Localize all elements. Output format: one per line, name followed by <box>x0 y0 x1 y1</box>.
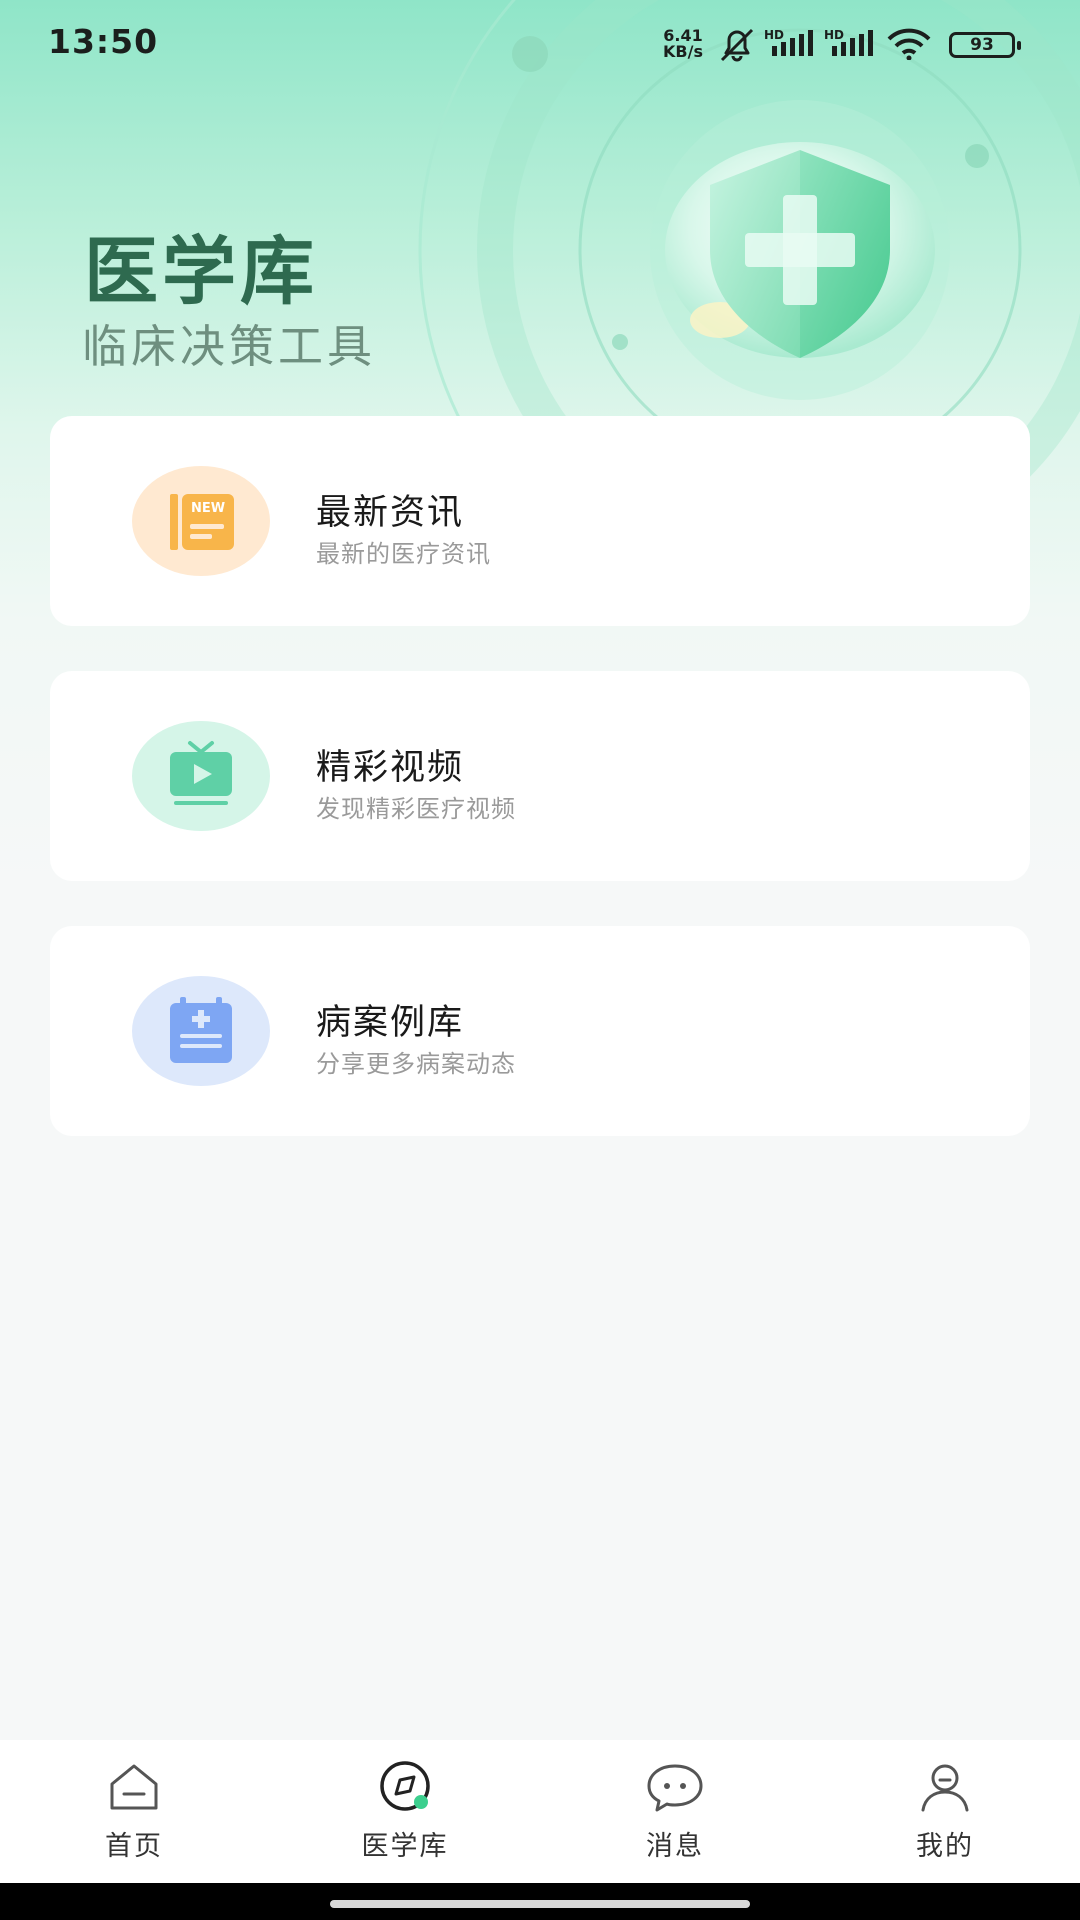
tab-profile[interactable]: 我的 <box>845 1740 1045 1883</box>
video-icon-circle <box>132 721 270 831</box>
page-title: 医学库 <box>84 229 318 315</box>
card-description: 分享更多病案动态 <box>316 1050 516 1078</box>
newspaper-icon: NEW <box>170 494 234 550</box>
home-icon <box>110 1764 158 1810</box>
card-case-library[interactable]: 病案例库 分享更多病案动态 <box>50 926 1030 1136</box>
battery-indicator: 93 <box>949 32 1021 58</box>
card-description: 最新的医疗资讯 <box>316 540 491 568</box>
card-title: 精彩视频 <box>316 748 465 788</box>
chat-icon <box>647 1764 703 1812</box>
signal-bars-1-icon <box>772 30 813 56</box>
card-latest-news[interactable]: NEW 最新资讯 最新的医疗资讯 <box>50 416 1030 626</box>
signal-bars-2-icon <box>832 30 873 56</box>
tab-label: 医学库 <box>361 1831 449 1862</box>
wifi-icon <box>887 28 931 60</box>
tab-label: 消息 <box>646 1831 704 1862</box>
mute-bell-icon <box>720 28 754 62</box>
news-icon-circle: NEW <box>132 466 270 576</box>
user-icon <box>921 1764 969 1812</box>
new-badge: NEW <box>191 501 225 516</box>
compass-icon <box>380 1761 430 1811</box>
network-speed: 6.41 KB/s <box>658 28 708 60</box>
bottom-tab-bar: 首页 医学库 消息 我的 <box>0 1740 1080 1883</box>
case-icon-circle <box>132 976 270 1086</box>
network-speed-unit: KB/s <box>663 42 703 61</box>
shield-cross-icon <box>665 142 935 358</box>
card-videos[interactable]: 精彩视频 发现精彩医疗视频 <box>50 671 1030 881</box>
status-time: 13:50 <box>48 22 159 61</box>
card-title: 病案例库 <box>316 1003 465 1043</box>
tab-medical-library[interactable]: 医学库 <box>305 1740 505 1883</box>
page-subtitle: 临床决策工具 <box>82 320 377 373</box>
card-description: 发现精彩医疗视频 <box>316 795 516 823</box>
home-indicator[interactable] <box>330 1900 750 1908</box>
tv-icon <box>170 741 232 805</box>
tab-label: 我的 <box>916 1831 974 1862</box>
status-bar: 13:50 6.41 KB/s HD HD 93 <box>0 0 1080 86</box>
tab-label: 首页 <box>105 1831 163 1862</box>
card-title: 最新资讯 <box>316 493 465 533</box>
tab-messages[interactable]: 消息 <box>575 1740 775 1883</box>
clipboard-icon <box>170 997 232 1063</box>
tab-home[interactable]: 首页 <box>34 1740 234 1883</box>
